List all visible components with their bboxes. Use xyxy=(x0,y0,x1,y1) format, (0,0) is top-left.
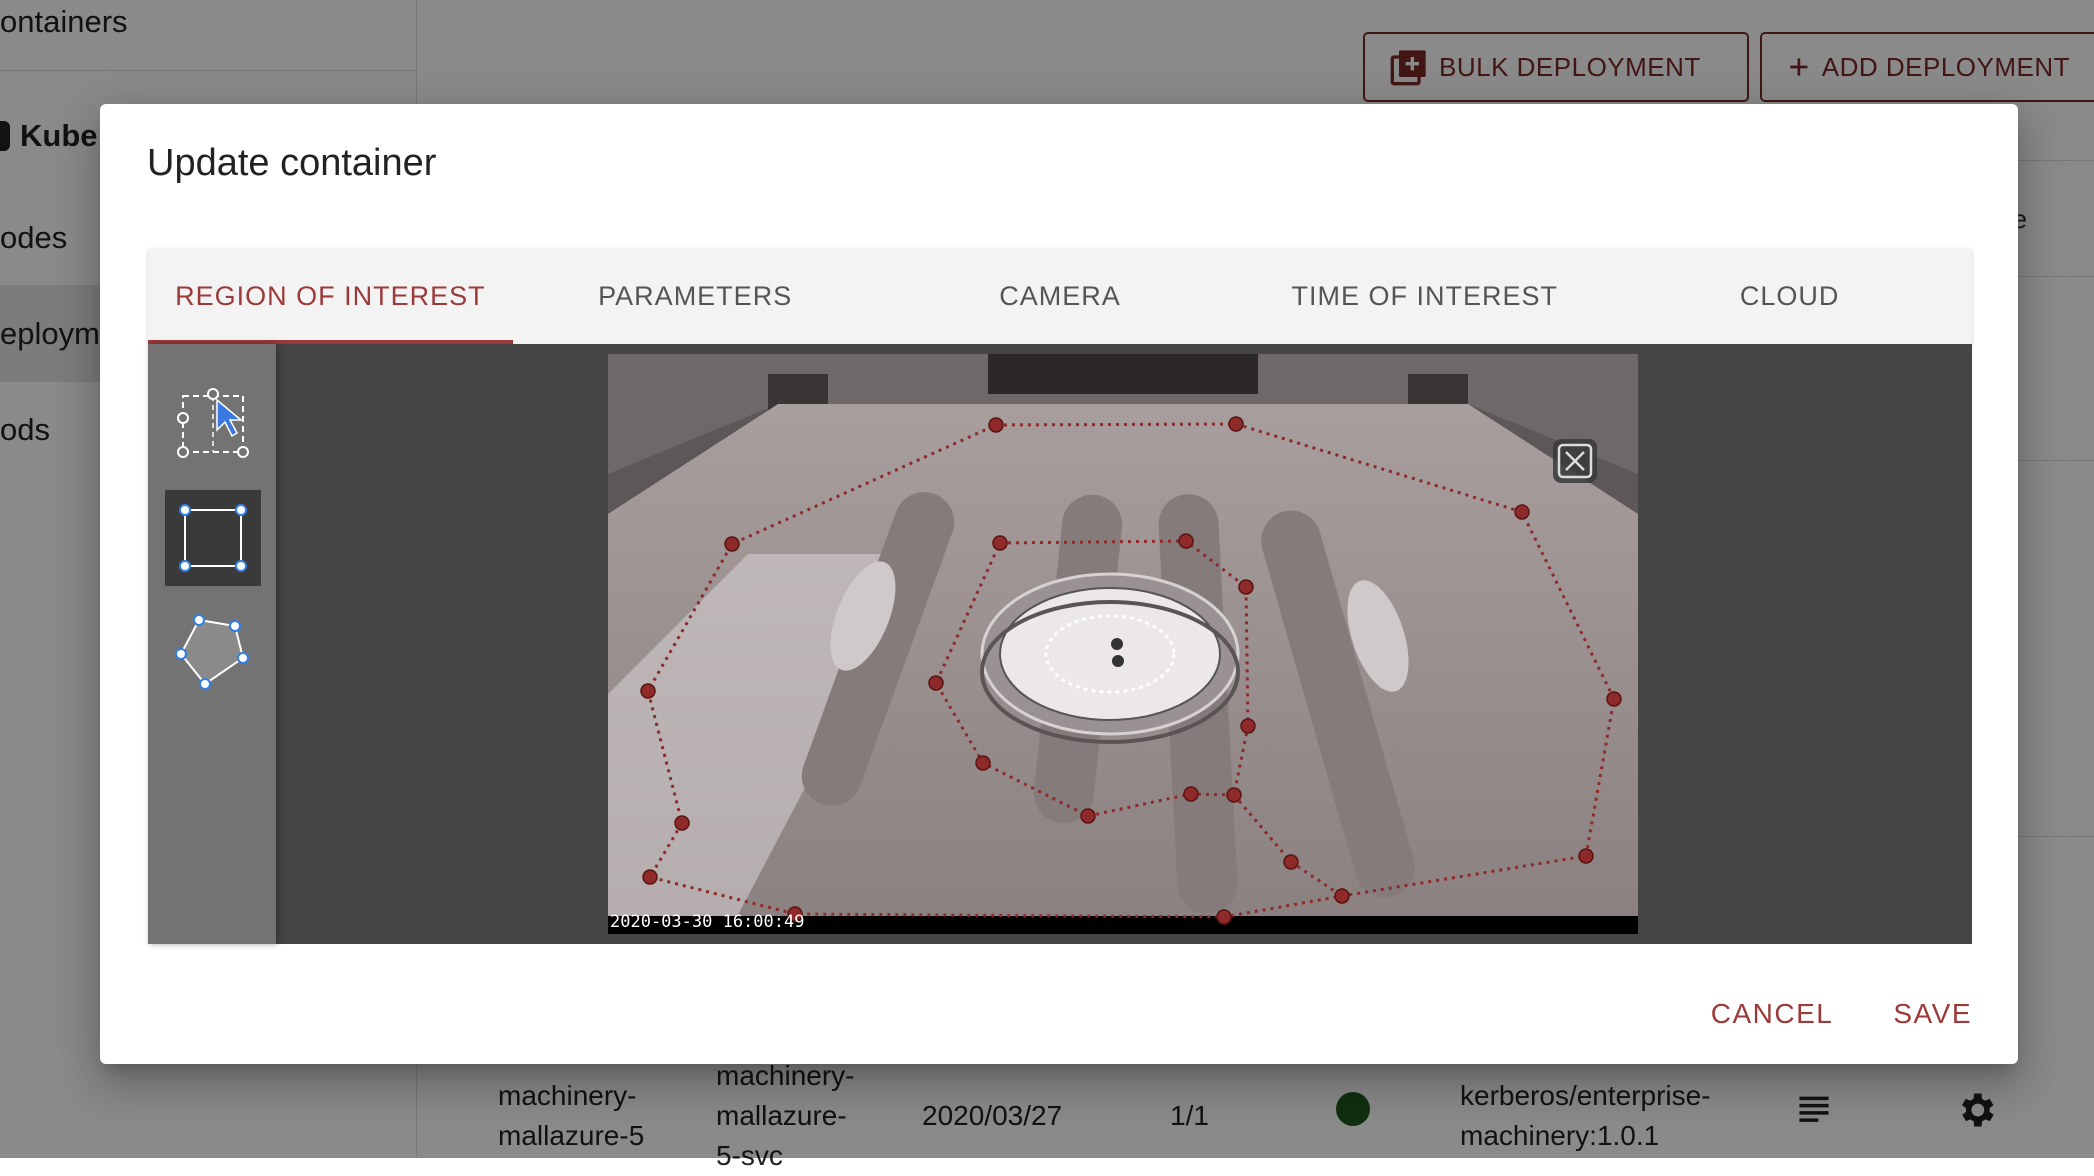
drawing-toolbar xyxy=(148,344,276,944)
rectangle-tool-icon xyxy=(179,504,247,572)
save-button[interactable]: SAVE xyxy=(1893,998,1972,1030)
select-tool-icon xyxy=(177,388,249,458)
select-tool-button[interactable] xyxy=(165,374,261,470)
tab-camera[interactable]: CAMERA xyxy=(878,248,1243,344)
tab-parameters[interactable]: PARAMETERS xyxy=(513,248,878,344)
tab-cloud[interactable]: CLOUD xyxy=(1607,248,1972,344)
dialog-title: Update container xyxy=(147,142,437,184)
rectangle-tool-button[interactable] xyxy=(165,490,261,586)
polygon-tool-button[interactable] xyxy=(165,604,261,700)
camera-image xyxy=(608,354,1638,934)
camera-snapshot[interactable]: 2020-03-30 16:00:49 xyxy=(608,354,1638,934)
tab-time-of-interest[interactable]: TIME OF INTEREST xyxy=(1242,248,1607,344)
cancel-button[interactable]: CANCEL xyxy=(1711,998,1834,1030)
camera-timestamp: 2020-03-30 16:00:49 xyxy=(610,912,805,932)
close-icon[interactable] xyxy=(1552,438,1598,484)
dialog-actions: CANCEL SAVE xyxy=(1711,998,1972,1030)
region-of-interest-editor: 2020-03-30 16:00:49 xyxy=(148,344,1972,944)
tab-bar: REGION OF INTEREST PARAMETERS CAMERA TIM… xyxy=(148,248,1972,344)
update-container-dialog: Update container REGION OF INTEREST PARA… xyxy=(100,104,2018,1064)
polygon-tool-icon xyxy=(175,614,249,690)
tab-region-of-interest[interactable]: REGION OF INTEREST xyxy=(148,248,513,344)
